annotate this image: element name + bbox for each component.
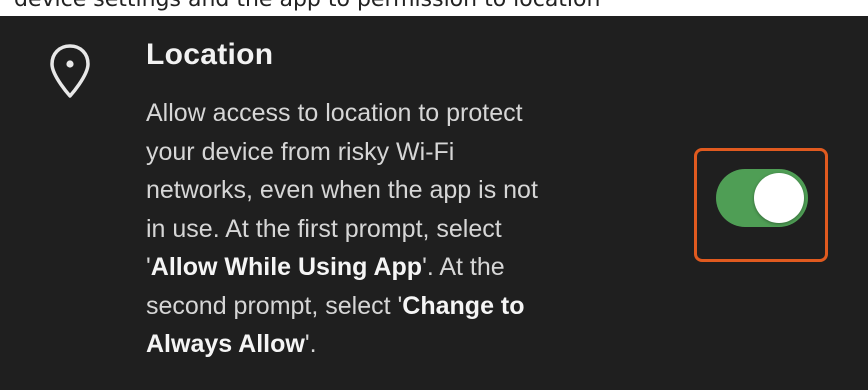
setting-description: Allow access to location to protect your… (146, 94, 676, 364)
description-line: Allow access to location to protect (146, 99, 523, 127)
description-line: second prompt, select 'Change to (146, 291, 525, 320)
bold-option-allow-while-using: Allow While Using App (150, 253, 423, 281)
location-toggle-switch[interactable] (716, 169, 808, 227)
bold-option-change-to: Change to (402, 291, 525, 320)
location-setting-panel: Location Allow access to location to pro… (0, 16, 868, 390)
description-line: your device from risky Wi-Fi (146, 137, 455, 166)
caption-strip: device settings and the app to permissio… (0, 0, 868, 16)
description-line: 'Allow While Using App'. At the (146, 253, 505, 281)
toggle-knob[interactable] (754, 173, 804, 223)
setting-title: Location (146, 38, 274, 71)
description-line: networks, even when the app is not (146, 176, 538, 204)
bold-option-always-allow: Always Allow (146, 330, 305, 358)
caption-text: device settings and the app to permissio… (14, 0, 600, 12)
description-line: in use. At the first prompt, select (146, 214, 502, 243)
description-line: Always Allow'. (146, 330, 317, 358)
location-pin-icon (50, 44, 90, 98)
